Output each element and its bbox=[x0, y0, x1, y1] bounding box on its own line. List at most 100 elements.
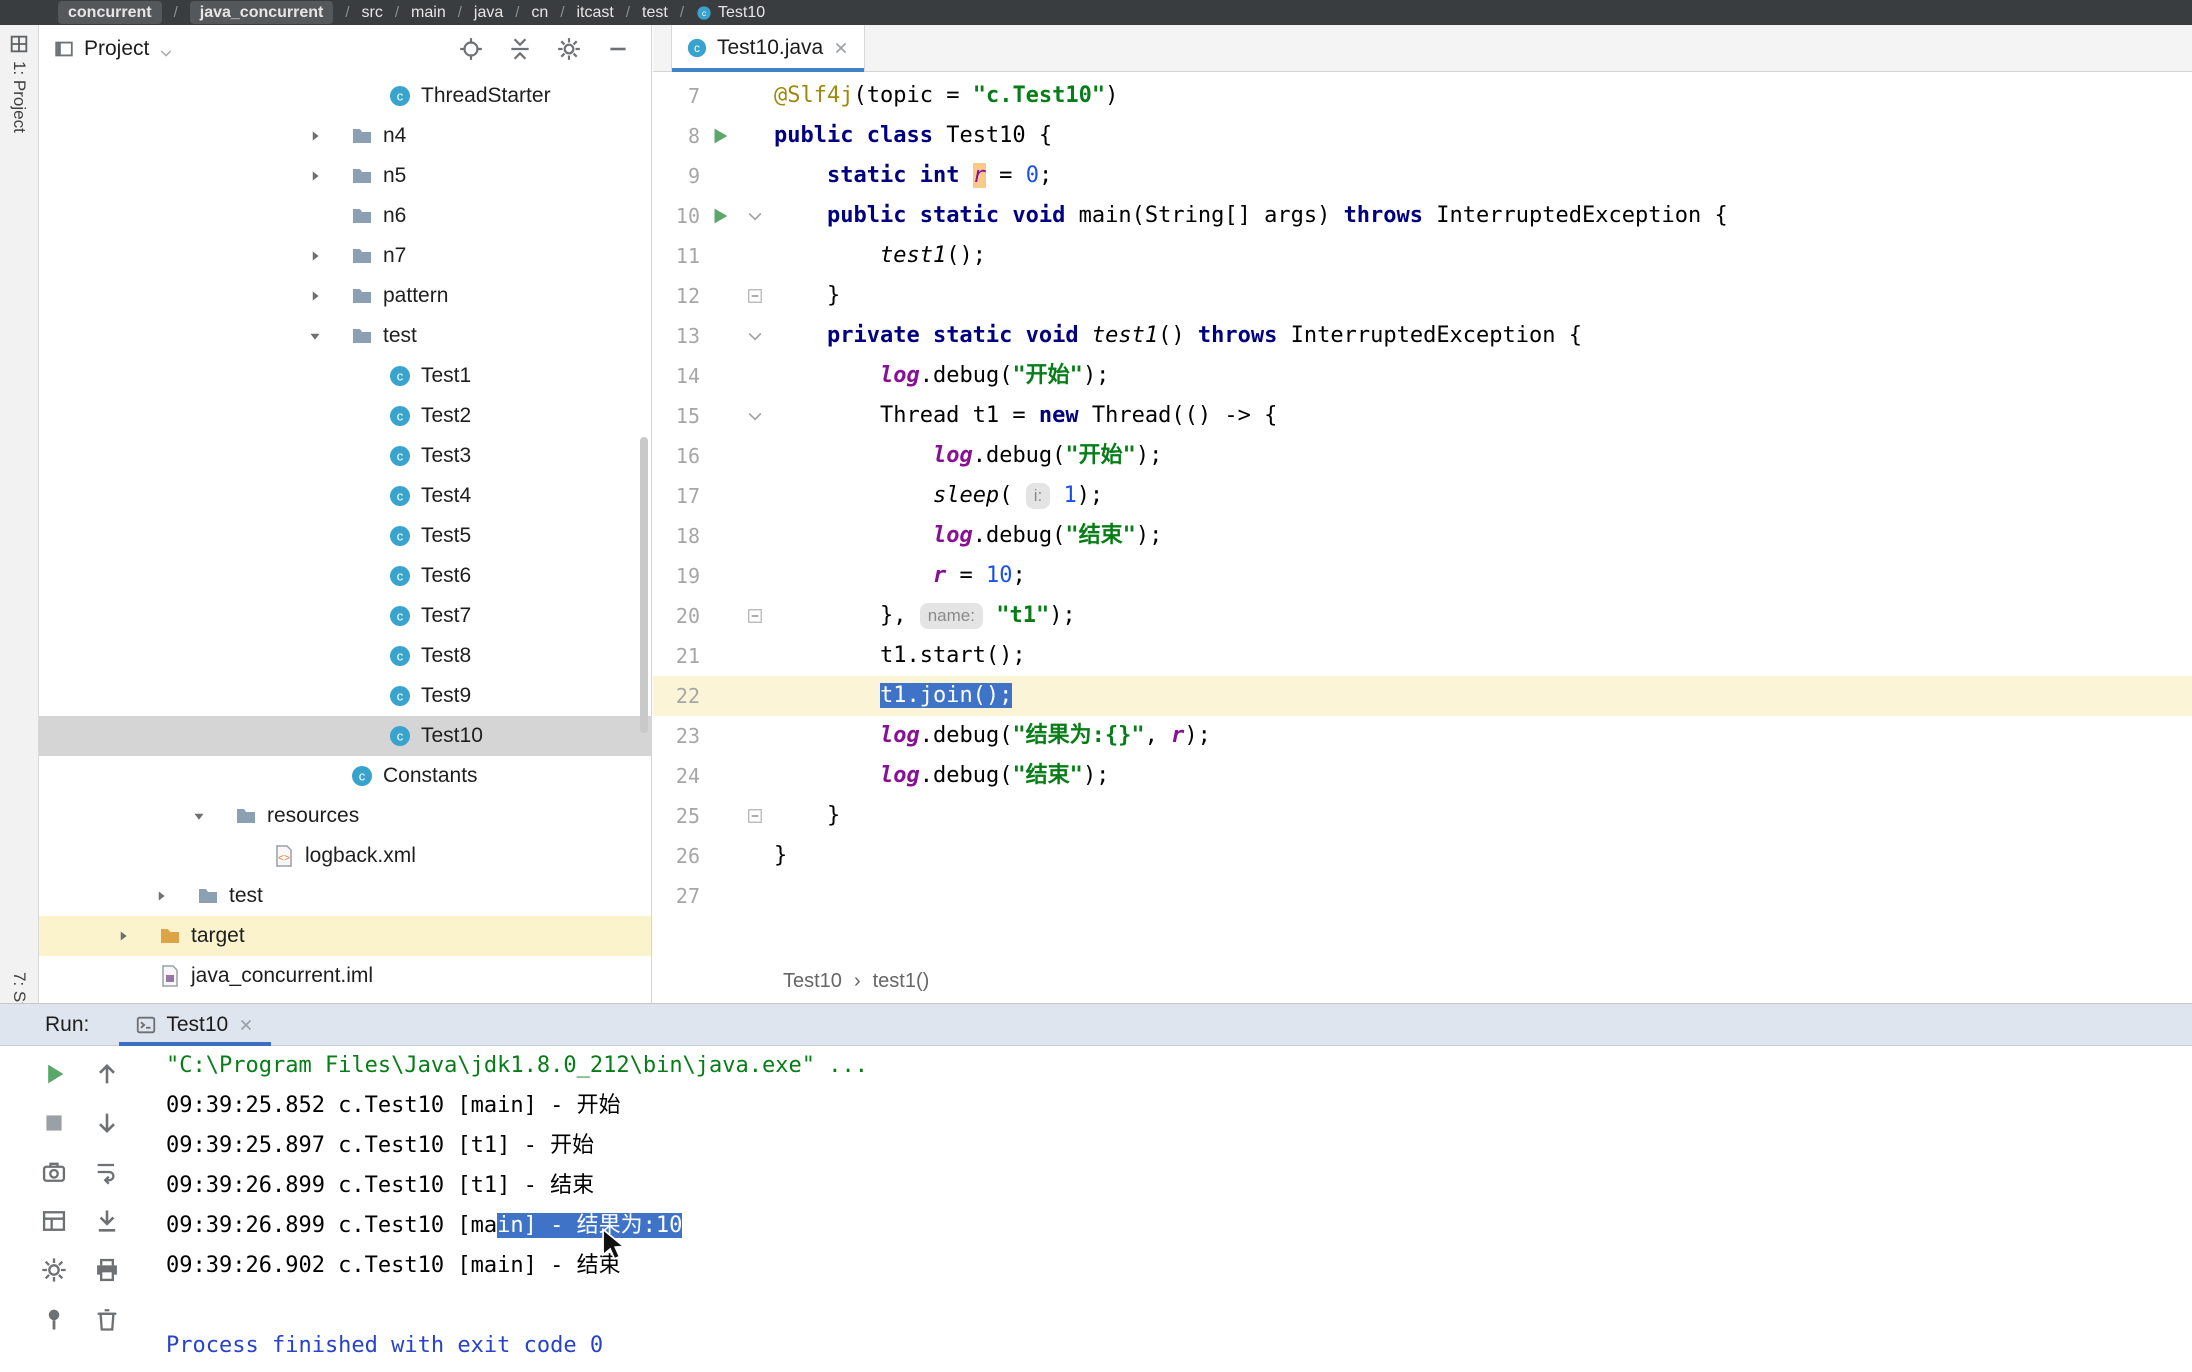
console-line[interactable]: "C:\Program Files\Java\jdk1.8.0_212\bin\… bbox=[166, 1046, 2192, 1086]
chevron-down-icon[interactable] bbox=[190, 807, 208, 825]
tree-item-java-concurrent-iml[interactable]: java_concurrent.iml bbox=[39, 956, 651, 996]
code-line-12[interactable]: 12 } bbox=[653, 276, 2192, 316]
code-line-24[interactable]: 24 log.debug("结束"); bbox=[653, 756, 2192, 796]
tree-item-test3[interactable]: cTest3 bbox=[39, 436, 651, 476]
down-stack-button[interactable] bbox=[93, 1109, 121, 1137]
project-scrollbar[interactable] bbox=[640, 437, 648, 733]
tree-item-threadstarter[interactable]: cThreadStarter bbox=[39, 76, 651, 116]
console-line[interactable]: 09:39:26.902 c.Test10 [main] - 结束 bbox=[166, 1246, 2192, 1286]
breadcrumb-item-java-concurrent[interactable]: java_concurrent bbox=[190, 1, 334, 24]
breadcrumb-item-main[interactable]: main bbox=[411, 1, 446, 24]
project-panel-title[interactable]: Project bbox=[84, 37, 149, 61]
chevron-right-icon[interactable] bbox=[306, 127, 324, 145]
tree-item-n4[interactable]: n4 bbox=[39, 116, 651, 156]
breadcrumb-item-src[interactable]: src bbox=[362, 1, 383, 24]
tree-item-test5[interactable]: cTest5 bbox=[39, 516, 651, 556]
code-line-15[interactable]: 15 Thread t1 = new Thread(() -> { bbox=[653, 396, 2192, 436]
scroll-to-end-button[interactable] bbox=[93, 1207, 121, 1235]
console-line[interactable]: 09:39:25.852 c.Test10 [main] - 开始 bbox=[166, 1086, 2192, 1126]
code-editor[interactable]: 7@Slf4j(topic = "c.Test10")8public class… bbox=[653, 76, 2192, 916]
breadcrumb-item-test[interactable]: test bbox=[642, 1, 668, 24]
chevron-right-icon[interactable] bbox=[306, 287, 324, 305]
code-line-7[interactable]: 7@Slf4j(topic = "c.Test10") bbox=[653, 76, 2192, 116]
chevron-right-icon[interactable] bbox=[152, 887, 170, 905]
tree-item-resources[interactable]: resources bbox=[39, 796, 651, 836]
code-line-8[interactable]: 8public class Test10 { bbox=[653, 116, 2192, 156]
console-line[interactable]: 09:39:26.899 c.Test10 [t1] - 结束 bbox=[166, 1166, 2192, 1206]
fold-box-icon[interactable] bbox=[745, 286, 765, 306]
breadcrumb-class[interactable]: Test10 bbox=[783, 970, 842, 993]
chevron-right-icon[interactable] bbox=[114, 927, 132, 945]
rerun-button[interactable] bbox=[40, 1060, 68, 1088]
tree-item-test1[interactable]: cTest1 bbox=[39, 356, 651, 396]
console-line[interactable]: Process finished with exit code 0 bbox=[166, 1326, 2192, 1366]
close-icon[interactable] bbox=[237, 1016, 255, 1034]
fold-open-icon[interactable] bbox=[745, 206, 765, 226]
settings-button[interactable] bbox=[40, 1256, 68, 1284]
code-line-18[interactable]: 18 log.debug("结束"); bbox=[653, 516, 2192, 556]
breadcrumb-item-cn[interactable]: cn bbox=[531, 1, 548, 24]
code-line-9[interactable]: 9 static int r = 0; bbox=[653, 156, 2192, 196]
collapse-all-button[interactable] bbox=[507, 36, 533, 62]
code-line-19[interactable]: 19 r = 10; bbox=[653, 556, 2192, 596]
tree-item-pattern[interactable]: pattern bbox=[39, 276, 651, 316]
run-icon[interactable] bbox=[709, 125, 731, 147]
chevron-down-icon[interactable] bbox=[306, 327, 324, 345]
clear-console-button[interactable] bbox=[93, 1305, 121, 1333]
print-button[interactable] bbox=[93, 1256, 121, 1284]
up-stack-button[interactable] bbox=[93, 1060, 121, 1088]
breadcrumb-method[interactable]: test1() bbox=[873, 970, 930, 993]
breadcrumb-item-test10[interactable]: cTest10 bbox=[696, 1, 765, 24]
fold-open-icon[interactable] bbox=[745, 326, 765, 346]
editor-tab-test10-java[interactable]: c Test10.java bbox=[671, 25, 865, 71]
tree-item-test6[interactable]: cTest6 bbox=[39, 556, 651, 596]
tree-item-test4[interactable]: cTest4 bbox=[39, 476, 651, 516]
tree-item-target[interactable]: target bbox=[39, 916, 651, 956]
pin-button[interactable] bbox=[40, 1305, 68, 1333]
tree-item-test[interactable]: test bbox=[39, 876, 651, 916]
code-line-14[interactable]: 14 log.debug("开始"); bbox=[653, 356, 2192, 396]
tree-item-test10[interactable]: cTest10 bbox=[39, 716, 651, 756]
code-line-22[interactable]: 22 t1.join(); bbox=[653, 676, 2192, 716]
tree-item-constants[interactable]: cConstants bbox=[39, 756, 651, 796]
tree-item-n5[interactable]: n5 bbox=[39, 156, 651, 196]
tree-item-test[interactable]: test bbox=[39, 316, 651, 356]
settings-button[interactable] bbox=[556, 36, 582, 62]
grid-icon[interactable] bbox=[8, 33, 30, 55]
soft-wrap-button[interactable] bbox=[93, 1158, 121, 1186]
fold-box-icon[interactable] bbox=[745, 806, 765, 826]
code-line-26[interactable]: 26} bbox=[653, 836, 2192, 876]
tree-item-n7[interactable]: n7 bbox=[39, 236, 651, 276]
tree-item-test8[interactable]: cTest8 bbox=[39, 636, 651, 676]
locate-button[interactable] bbox=[458, 36, 484, 62]
console-output[interactable]: "C:\Program Files\Java\jdk1.8.0_212\bin\… bbox=[166, 1046, 2192, 1372]
run-tab-test10[interactable]: Test10 bbox=[119, 1004, 271, 1046]
chevron-right-icon[interactable] bbox=[306, 167, 324, 185]
code-line-17[interactable]: 17 sleep( i: 1); bbox=[653, 476, 2192, 516]
run-icon[interactable] bbox=[709, 205, 731, 227]
console-line[interactable]: 09:39:25.897 c.Test10 [t1] - 开始 bbox=[166, 1126, 2192, 1166]
restore-layout-button[interactable] bbox=[40, 1207, 68, 1235]
code-line-16[interactable]: 16 log.debug("开始"); bbox=[653, 436, 2192, 476]
console-line[interactable] bbox=[166, 1286, 2192, 1326]
tree-item-logback-xml[interactable]: <>logback.xml bbox=[39, 836, 651, 876]
tree-item-n6[interactable]: n6 bbox=[39, 196, 651, 236]
code-line-25[interactable]: 25 } bbox=[653, 796, 2192, 836]
code-line-23[interactable]: 23 log.debug("结果为:{}", r); bbox=[653, 716, 2192, 756]
breadcrumb-item-java[interactable]: java bbox=[474, 1, 503, 24]
code-line-20[interactable]: 20 }, name: "t1"); bbox=[653, 596, 2192, 636]
code-line-27[interactable]: 27 bbox=[653, 876, 2192, 916]
code-line-13[interactable]: 13 private static void test1() throws In… bbox=[653, 316, 2192, 356]
tree-item-test7[interactable]: cTest7 bbox=[39, 596, 651, 636]
fold-box-icon[interactable] bbox=[745, 606, 765, 626]
breadcrumb-item-concurrent[interactable]: concurrent bbox=[58, 1, 162, 24]
project-stripe-button[interactable]: 1: Project bbox=[9, 61, 29, 133]
close-icon[interactable] bbox=[832, 39, 850, 57]
code-line-21[interactable]: 21 t1.start(); bbox=[653, 636, 2192, 676]
stop-button[interactable] bbox=[40, 1109, 68, 1137]
hide-button[interactable] bbox=[605, 36, 631, 62]
tree-item-test2[interactable]: cTest2 bbox=[39, 396, 651, 436]
tree-item-test9[interactable]: cTest9 bbox=[39, 676, 651, 716]
breadcrumb-item-itcast[interactable]: itcast bbox=[577, 1, 614, 24]
fold-open-icon[interactable] bbox=[745, 406, 765, 426]
